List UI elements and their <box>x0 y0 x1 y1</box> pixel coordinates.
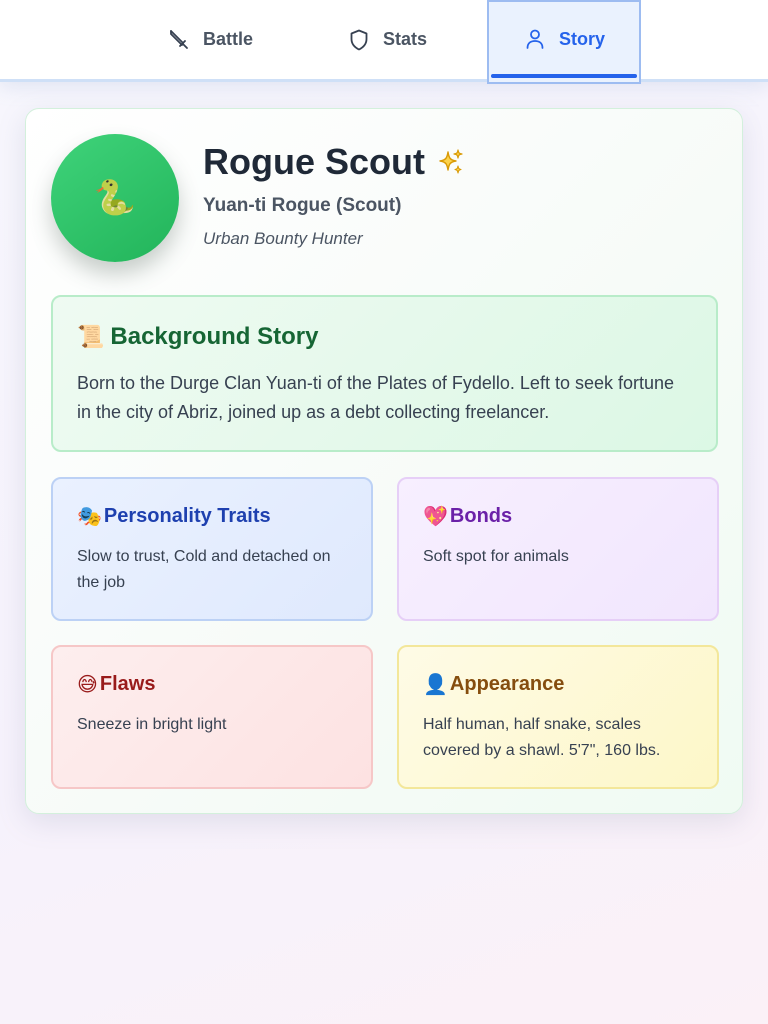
snake-icon: 🐍 <box>93 179 137 217</box>
person-silhouette-icon: 👤 <box>423 673 448 696</box>
bonds-text: Soft spot for animals <box>423 548 569 565</box>
background-story-text: Born to the Durge Clan Yuan-ti of the Pl… <box>77 373 675 422</box>
background-story-section: 📜 Background Story Born to the Durge Cla… <box>51 295 718 452</box>
heart-icon: 💖 <box>423 505 448 528</box>
bonds-heading: 💖 Bonds <box>423 505 693 528</box>
tab-battle[interactable]: Battle <box>150 0 270 79</box>
masks-icon: 🎭 <box>77 505 102 528</box>
appearance-section: 👤 Appearance Half human, half snake, sca… <box>397 645 719 789</box>
appearance-title: Appearance <box>449 673 565 695</box>
personality-traits-section: 🎭 Personality Traits Slow to trust, Cold… <box>51 477 373 621</box>
avatar: 🐍 <box>51 134 179 262</box>
background-story-title: Background Story <box>110 323 319 350</box>
character-class: Yuan-ti Rogue (Scout) <box>203 195 402 216</box>
tab-story-label: Story <box>558 28 605 49</box>
user-icon <box>526 29 544 49</box>
flaws-heading: 😅 Flaws <box>77 673 347 696</box>
sparkles-icon <box>439 149 463 174</box>
bonds-title: Bonds <box>449 505 513 527</box>
tab-stats[interactable]: Stats <box>332 0 442 79</box>
character-header: Rogue Scout <box>203 141 465 183</box>
appearance-heading: 👤 Appearance <box>423 673 693 696</box>
shield-icon <box>350 29 368 50</box>
flaws-title: Flaws <box>99 673 156 695</box>
character-story-card: 🐍 Rogue Scout Yuan-ti Rogue (Scout) Urba… <box>25 108 743 814</box>
appearance-text: Half human, half snake, scales covered b… <box>423 716 661 759</box>
flaws-text: Sneeze in bright light <box>77 716 227 733</box>
sword-icon <box>170 29 188 49</box>
background-story-heading: 📜 Background Story <box>77 323 692 351</box>
tab-bar: Battle Stats Story <box>0 0 768 84</box>
scroll-icon: 📜 <box>77 324 105 349</box>
personality-traits-title: Personality Traits <box>103 505 271 527</box>
character-tagline: Urban Bounty Hunter <box>203 229 363 248</box>
tab-story[interactable]: Story <box>487 0 641 84</box>
personality-traits-heading: 🎭 Personality Traits <box>77 505 347 528</box>
flaws-section: 😅 Flaws Sneeze in bright light <box>51 645 373 789</box>
bonds-section: 💖 Bonds Soft spot for animals <box>397 477 719 621</box>
tab-battle-label: Battle <box>202 29 253 49</box>
character-name: Rogue Scout <box>203 141 425 182</box>
sweat-smile-icon: 😅 <box>77 673 98 696</box>
personality-traits-text: Slow to trust, Cold and detached on the … <box>77 548 331 591</box>
tab-stats-label: Stats <box>382 29 427 49</box>
